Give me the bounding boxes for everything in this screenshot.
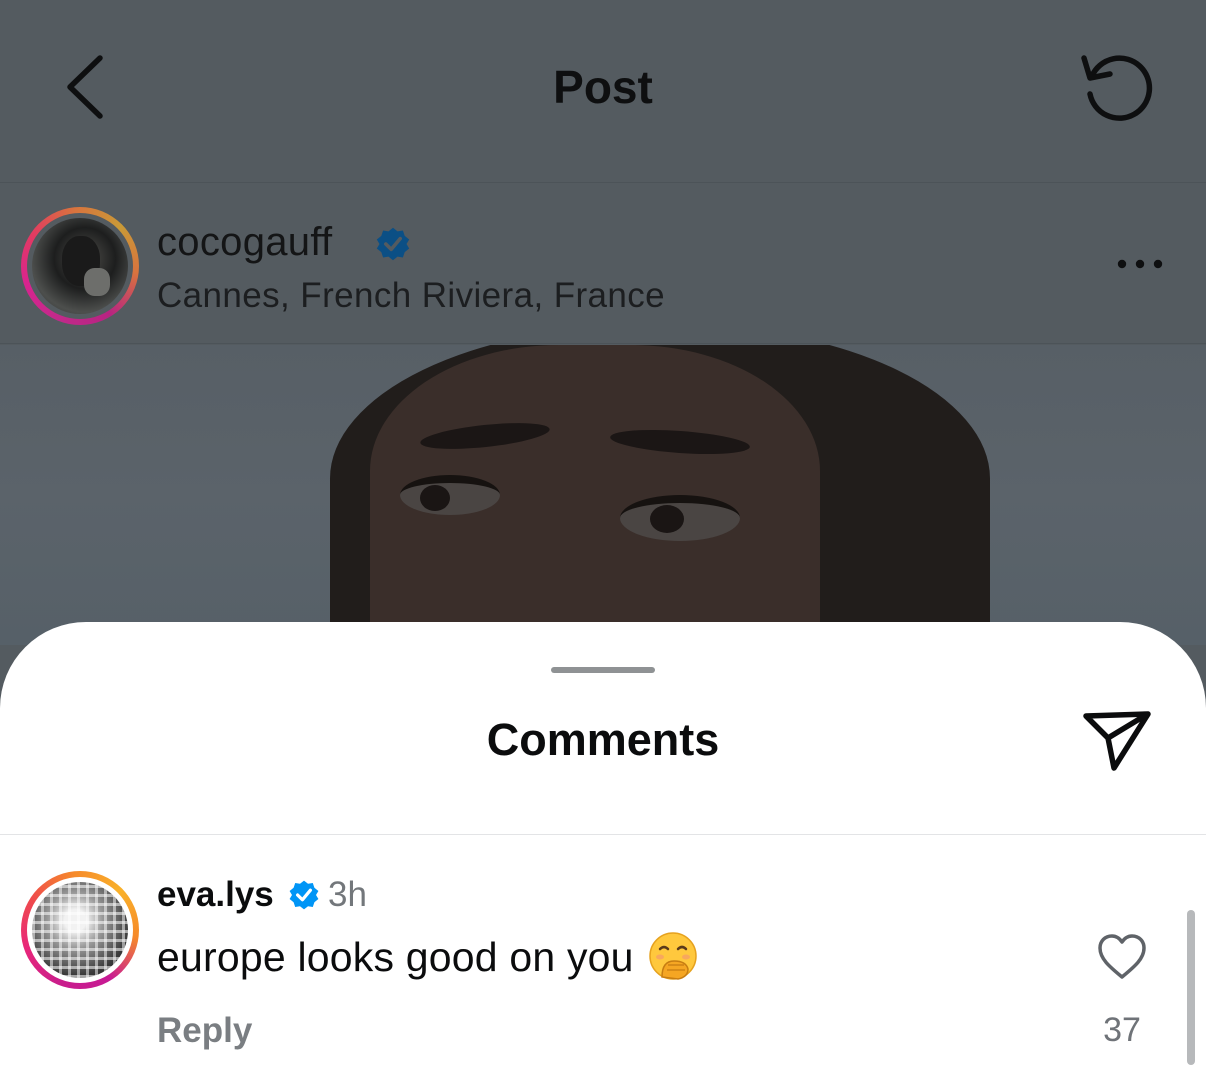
story-ring[interactable] [21,207,139,325]
send-icon[interactable] [1080,708,1154,774]
commenter-username[interactable]: eva.lys [157,875,274,915]
scrollbar[interactable] [1187,910,1195,1065]
avatar [32,218,128,314]
verified-badge-icon [289,880,319,910]
refresh-icon[interactable] [1078,50,1158,126]
sheet-title: Comments [486,714,720,765]
top-navigation-bar: Post [0,0,1206,183]
comment-timestamp: 3h [328,875,367,914]
comment-item: eva.lys 3h europe looks good on you Repl… [0,835,1206,1065]
like-count: 37 [1103,1011,1141,1049]
sheet-grabber[interactable] [551,667,655,673]
post-location[interactable]: Cannes, French Riviera, France [157,276,665,316]
page-title: Post [553,61,653,113]
post-header: cocogauff Cannes, French Riviera, France [0,184,1206,344]
post-image [0,345,1206,645]
heart-icon[interactable] [1096,933,1148,981]
story-ring[interactable] [21,871,139,989]
more-horizontal-icon[interactable] [1110,256,1170,272]
comments-sheet: Comments eva.lys 3h europe looks good on… [0,622,1206,1065]
comment-text: europe looks good on you [157,931,698,981]
commenter-avatar [32,882,128,978]
verified-badge-icon [376,227,410,261]
face-with-hand-over-mouth-emoji-icon [648,932,697,980]
reply-button[interactable]: Reply [157,1011,252,1051]
post-username[interactable]: cocogauff [157,220,332,265]
comment-body: europe looks good on you [157,934,634,980]
